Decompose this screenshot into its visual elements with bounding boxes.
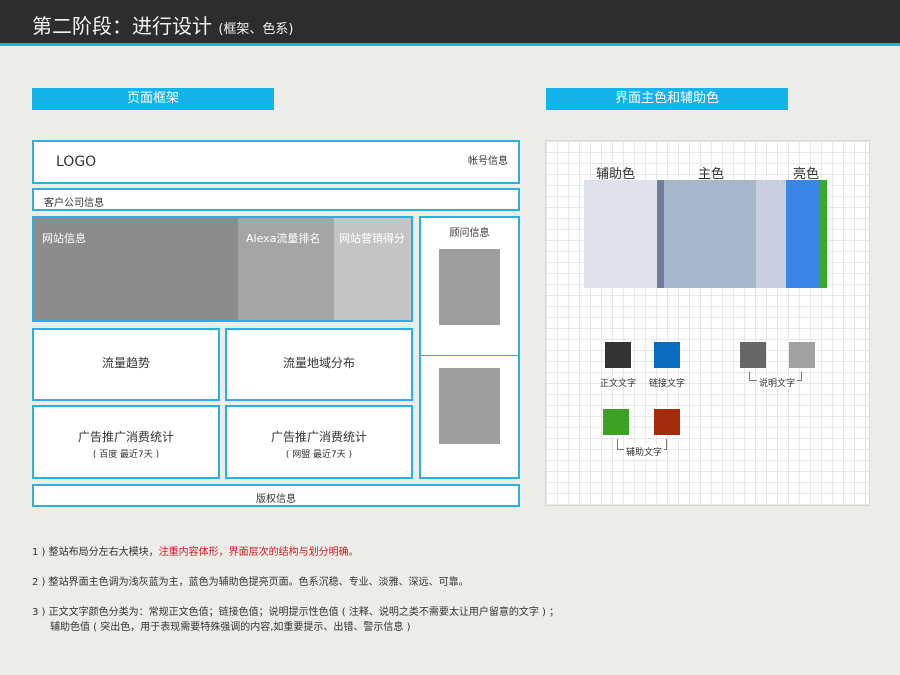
marketing-score-block: 网站营销得分 — [334, 218, 411, 320]
note-3-line-1: 3 ) 正文文字颜色分类为：常规正文色值；链接色值；说明提示性色值 ( 注释、说… — [32, 607, 560, 618]
dark-accent-strip — [657, 180, 664, 288]
link-text-label: 链接文字 — [649, 379, 686, 389]
light-main-strip — [756, 180, 786, 288]
note-3-line-2: 辅助色值 ( 突出色，用于表现需要特殊强调的内容,如重要提示、出错、警示信息 ) — [50, 622, 411, 633]
traffic-region-label: 流量地域分布 — [282, 356, 355, 370]
alexa-rank-label: Alexa流量排名 — [246, 232, 321, 245]
advisor-photo-placeholder — [439, 249, 500, 325]
advisor-label: 顾问信息 — [449, 228, 490, 239]
body-text-label: 正文文字 — [600, 379, 637, 389]
ad-stats-union-box: 广告推广消费统计 ( 网盟 最近7天 ) — [225, 405, 413, 479]
link-text-swatch — [654, 342, 680, 368]
page-title-sub: (框架、色系) — [218, 22, 294, 37]
aux-red-swatch — [654, 409, 680, 435]
marketing-score-label: 网站营销得分 — [339, 232, 405, 245]
note-1-text: 1 ) 整站布局分左右大模块， — [32, 547, 159, 558]
ad-stats-union-label: 广告推广消费统计 — [270, 430, 367, 444]
bright-blue-strip — [786, 180, 819, 288]
copyright-box: 版权信息 — [32, 484, 520, 507]
ad-stats-baidu-label: 广告推广消费统计 — [77, 430, 174, 444]
secondary-strip — [584, 180, 657, 288]
advisor-divider — [421, 355, 518, 356]
aux-text-label: 辅助文字 — [624, 445, 665, 458]
traffic-trend-label: 流量趋势 — [101, 356, 150, 370]
traffic-region-box: 流量地域分布 — [225, 328, 413, 401]
header-bar: 第二阶段：进行设计 (框架、色系) — [0, 0, 900, 46]
ad-stats-baidu-sub: ( 百度 最近7天 ) — [92, 450, 160, 460]
aux-green-swatch — [603, 409, 629, 435]
ad-stats-union-sub: ( 网盟 最近7天 ) — [285, 450, 353, 460]
site-info-block: 网站信息 — [34, 218, 238, 320]
description-text-label: 说明文字 — [757, 376, 798, 389]
traffic-trend-box: 流量趋势 — [32, 328, 220, 401]
main-strip — [664, 180, 756, 288]
note-1: 1 ) 整站布局分左右大模块，注重内容体形，界面层次的结构与划分明确。 — [32, 543, 359, 558]
description-light-swatch — [789, 342, 815, 368]
page-title-main: 第二阶段：进行设计 — [32, 14, 212, 38]
section-frame-title: 页面框架 — [32, 88, 274, 110]
logo-placeholder: LOGO — [56, 154, 97, 170]
advisor-box: 顾问信息 — [419, 216, 520, 479]
account-info-label: 帐号信息 — [468, 156, 508, 167]
note-2: 2 ) 整站界面主色调为浅灰蓝为主，蓝色为辅助色提亮页面。色系沉稳、专业、淡雅、… — [32, 577, 469, 588]
note-1-highlight: 注重内容体形，界面层次的结构与划分明确。 — [158, 547, 359, 558]
site-info-label: 网站信息 — [42, 232, 86, 245]
bright-green-strip — [819, 180, 827, 288]
advisor-photo-placeholder-2 — [439, 368, 500, 444]
copyright-label: 版权信息 — [256, 494, 296, 505]
section-colors-title: 界面主色和辅助色 — [546, 88, 788, 110]
ad-stats-baidu-box: 广告推广消费统计 ( 百度 最近7天 ) — [32, 405, 220, 479]
alexa-rank-block: Alexa流量排名 — [238, 218, 334, 320]
page-title: 第二阶段：进行设计 (框架、色系) — [32, 10, 294, 39]
wireframe-header-box: LOGO 帐号信息 — [32, 140, 520, 184]
body-text-swatch — [605, 342, 631, 368]
company-info-label: 客户公司信息 — [44, 198, 104, 209]
stats-row-box: 网站信息 Alexa流量排名 网站营销得分 — [32, 216, 413, 322]
description-dark-swatch — [740, 342, 766, 368]
company-info-box: 客户公司信息 — [32, 188, 520, 211]
